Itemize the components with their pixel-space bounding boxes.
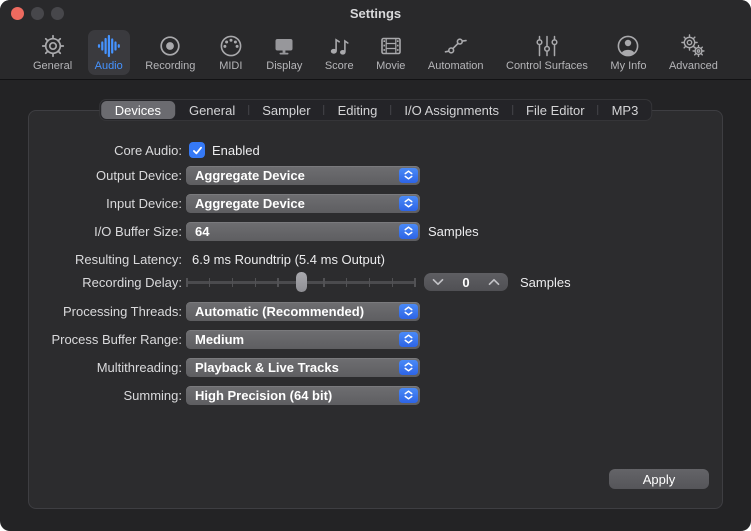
tab-file-editor[interactable]: File Editor <box>513 100 598 120</box>
toolbar-item-label: Control Surfaces <box>506 60 588 72</box>
window-title: Settings <box>0 6 751 21</box>
resulting-latency-value: 6.9 ms Roundtrip (5.4 ms Output) <box>192 252 385 267</box>
checkmark-icon <box>191 144 204 157</box>
multithreading-row: Multithreading: Playback & Live Tracks <box>0 357 751 377</box>
toolbar-item-audio[interactable]: Audio <box>88 30 130 75</box>
process-buffer-range-row: Process Buffer Range: Medium <box>0 329 751 349</box>
toolbar-item-recording[interactable]: Recording <box>138 30 202 75</box>
popup-chevrons-icon <box>399 168 418 183</box>
mixer-sliders-icon <box>534 33 560 59</box>
gears-icon <box>680 33 706 59</box>
process-buffer-range-label: Process Buffer Range: <box>0 332 182 347</box>
io-buffer-size-popup[interactable]: 64 <box>186 222 420 241</box>
toolbar-item-label: Display <box>266 60 302 72</box>
settings-tab-bar: Devices General Sampler Editing I/O Assi… <box>99 99 653 121</box>
window-header: Settings General Audio Record <box>0 0 751 80</box>
input-device-row: Input Device: Aggregate Device <box>0 193 751 213</box>
tab-io-assignments[interactable]: I/O Assignments <box>391 100 512 120</box>
io-buffer-size-row: I/O Buffer Size: 64 Samples <box>0 221 751 241</box>
toolbar-item-label: Score <box>325 60 354 72</box>
stepper-increment-icon[interactable] <box>488 278 500 286</box>
midi-connector-icon <box>218 33 244 59</box>
toolbar-item-score[interactable]: Score <box>318 30 361 75</box>
toolbar: General Audio Recording <box>0 27 751 78</box>
gear-icon <box>40 33 66 59</box>
toolbar-item-midi[interactable]: MIDI <box>211 30 251 75</box>
tab-general[interactable]: General <box>176 100 248 120</box>
core-audio-checkbox-label: Enabled <box>212 143 260 158</box>
toolbar-item-label: Automation <box>428 60 484 72</box>
recording-delay-suffix: Samples <box>520 275 571 290</box>
input-device-popup[interactable]: Aggregate Device <box>186 194 420 213</box>
resulting-latency-label: Resulting Latency: <box>0 252 182 267</box>
recording-delay-value: 0 <box>462 275 469 290</box>
film-icon <box>378 33 404 59</box>
toolbar-item-label: My Info <box>610 60 646 72</box>
toolbar-item-control-surfaces[interactable]: Control Surfaces <box>499 30 595 75</box>
record-icon <box>157 33 183 59</box>
multithreading-label: Multithreading: <box>0 360 182 375</box>
person-circle-icon <box>615 33 641 59</box>
output-device-popup[interactable]: Aggregate Device <box>186 166 420 185</box>
processing-threads-label: Processing Threads: <box>0 304 182 319</box>
popup-chevrons-icon <box>399 360 418 375</box>
core-audio-checkbox[interactable] <box>189 142 205 158</box>
toolbar-item-movie[interactable]: Movie <box>369 30 412 75</box>
io-buffer-size-label: I/O Buffer Size: <box>0 224 182 239</box>
recording-delay-row: Recording Delay: 0 Samples <box>0 272 751 292</box>
toolbar-item-label: MIDI <box>219 60 242 72</box>
tab-devices[interactable]: Devices <box>101 101 175 119</box>
display-icon <box>271 33 297 59</box>
tab-editing[interactable]: Editing <box>325 100 391 120</box>
toolbar-item-automation[interactable]: Automation <box>421 30 491 75</box>
toolbar-item-label: Advanced <box>669 60 718 72</box>
tab-mp3[interactable]: MP3 <box>599 100 652 120</box>
multithreading-popup[interactable]: Playback & Live Tracks <box>186 358 420 377</box>
toolbar-item-label: Movie <box>376 60 405 72</box>
resulting-latency-row: Resulting Latency: 6.9 ms Roundtrip (5.4… <box>0 249 751 269</box>
settings-window: Settings General Audio Record <box>0 0 751 531</box>
io-buffer-size-suffix: Samples <box>428 224 479 239</box>
output-device-label: Output Device: <box>0 168 182 183</box>
recording-delay-stepper[interactable]: 0 <box>424 273 508 291</box>
titlebar: Settings <box>0 0 751 26</box>
apply-button[interactable]: Apply <box>609 469 709 489</box>
popup-chevrons-icon <box>399 196 418 211</box>
popup-chevrons-icon <box>399 388 418 403</box>
toolbar-item-display[interactable]: Display <box>259 30 309 75</box>
slider-thumb[interactable] <box>296 272 307 292</box>
toolbar-item-advanced[interactable]: Advanced <box>662 30 725 75</box>
toolbar-item-general[interactable]: General <box>26 30 79 75</box>
popup-chevrons-icon <box>399 304 418 319</box>
summing-popup[interactable]: High Precision (64 bit) <box>186 386 420 405</box>
music-notes-icon <box>326 33 352 59</box>
toolbar-item-my-info[interactable]: My Info <box>603 30 653 75</box>
recording-delay-label: Recording Delay: <box>0 275 182 290</box>
processing-threads-popup[interactable]: Automatic (Recommended) <box>186 302 420 321</box>
stepper-decrement-icon[interactable] <box>432 278 444 286</box>
process-buffer-range-popup[interactable]: Medium <box>186 330 420 349</box>
output-device-row: Output Device: Aggregate Device <box>0 165 751 185</box>
summing-label: Summing: <box>0 388 182 403</box>
summing-row: Summing: High Precision (64 bit) <box>0 385 751 405</box>
audio-waveform-icon <box>96 33 122 59</box>
recording-delay-slider[interactable] <box>186 272 416 292</box>
popup-chevrons-icon <box>399 332 418 347</box>
toolbar-item-label: General <box>33 60 72 72</box>
core-audio-label: Core Audio: <box>0 143 182 158</box>
input-device-label: Input Device: <box>0 196 182 211</box>
toolbar-item-label: Recording <box>145 60 195 72</box>
automation-nodes-icon <box>443 33 469 59</box>
popup-chevrons-icon <box>399 224 418 239</box>
tab-sampler[interactable]: Sampler <box>249 100 323 120</box>
toolbar-item-label: Audio <box>95 60 123 72</box>
processing-threads-row: Processing Threads: Automatic (Recommend… <box>0 301 751 321</box>
core-audio-row: Core Audio: Enabled <box>0 140 751 160</box>
